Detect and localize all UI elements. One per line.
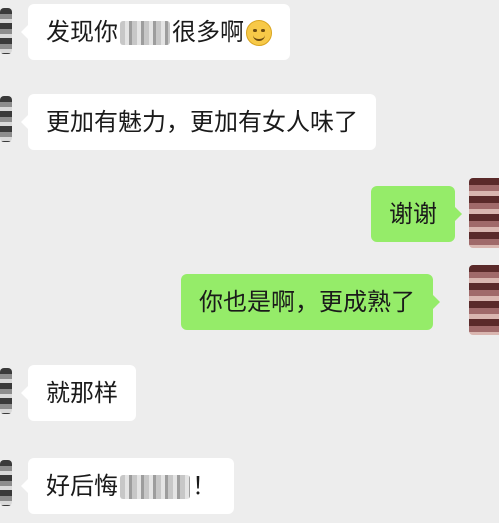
self-avatar[interactable] bbox=[469, 178, 499, 248]
blurred-text bbox=[120, 475, 190, 499]
message-bubble-incoming[interactable]: 发现你 很多啊 bbox=[21, 4, 290, 60]
contact-avatar[interactable] bbox=[0, 368, 12, 414]
message-text: 就那样 bbox=[46, 379, 118, 407]
contact-avatar[interactable] bbox=[0, 96, 12, 142]
message-bubble-outgoing[interactable]: 谢谢 bbox=[371, 186, 462, 242]
message-text: 更加有魅力，更加有女人味了 bbox=[46, 108, 358, 136]
message-text: 好后悔 bbox=[46, 472, 118, 500]
contact-avatar[interactable] bbox=[0, 8, 12, 54]
smiling-face-icon bbox=[246, 20, 272, 46]
message-bubble-incoming[interactable]: 更加有魅力，更加有女人味了 bbox=[21, 94, 376, 150]
message-text: 发现你 bbox=[46, 18, 118, 46]
contact-avatar[interactable] bbox=[0, 460, 12, 506]
blurred-text bbox=[120, 21, 170, 45]
message-text: 谢谢 bbox=[389, 200, 437, 228]
message-bubble-incoming[interactable]: 好后悔 ！ bbox=[21, 458, 234, 514]
message-text: 你也是啊，更成熟了 bbox=[199, 288, 415, 316]
message-text: 很多啊 bbox=[172, 18, 244, 46]
message-bubble-incoming[interactable]: 就那样 bbox=[21, 365, 136, 421]
self-avatar[interactable] bbox=[469, 265, 499, 335]
message-text: ！ bbox=[192, 472, 216, 500]
message-bubble-outgoing[interactable]: 你也是啊，更成熟了 bbox=[181, 274, 440, 330]
